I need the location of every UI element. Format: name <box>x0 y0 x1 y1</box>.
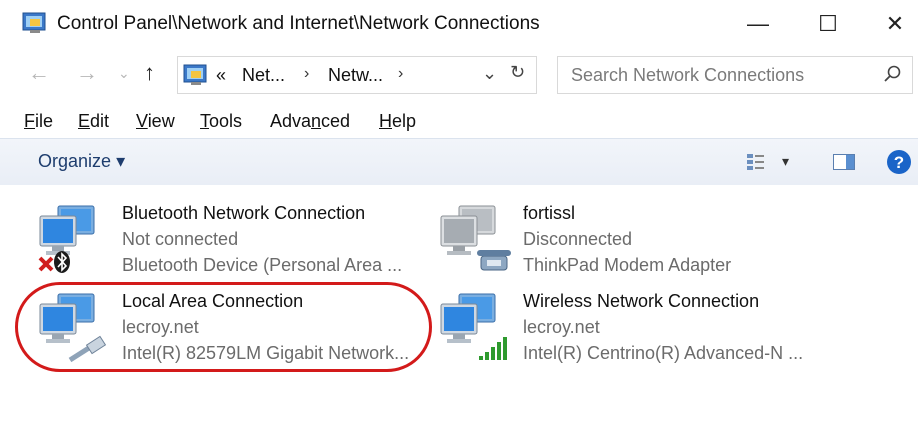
breadcrumb-network-connections[interactable]: Netw... <box>328 65 383 86</box>
command-toolbar: Organize ▾ ▾ ? <box>0 138 918 186</box>
address-dropdown-button[interactable]: ⌄ <box>482 63 497 84</box>
close-button[interactable]: ✕ <box>872 4 918 44</box>
window-title: Control Panel\Network and Internet\Netwo… <box>57 13 540 34</box>
network-connections-window: Control Panel\Network and Internet\Netwo… <box>0 0 918 425</box>
connection-name: fortissl <box>523 203 576 223</box>
menu-view[interactable]: View <box>136 111 175 132</box>
menu-advanced[interactable]: Advanced <box>270 111 350 132</box>
back-button[interactable]: ← <box>28 60 50 86</box>
error-x-icon <box>38 256 54 272</box>
highlight-annotation-ring <box>15 282 432 372</box>
refresh-button[interactable]: ↻ <box>510 62 525 83</box>
connection-device: Bluetooth Device (Personal Area ... <box>122 255 403 275</box>
organize-button[interactable]: Organize ▾ <box>38 151 125 172</box>
search-icon[interactable] <box>882 64 902 84</box>
breadcrumb-network-and-internet[interactable]: Net... <box>242 65 285 86</box>
breadcrumb-separator[interactable]: › <box>398 65 403 83</box>
menu-tools[interactable]: Tools <box>200 111 242 132</box>
maximize-button[interactable]: ☐ <box>805 4 851 44</box>
connections-list: Bluetooth Network Connection Not connect… <box>0 185 918 425</box>
connection-name: Wireless Network Connection <box>523 291 760 311</box>
connection-name: Bluetooth Network Connection <box>122 203 366 223</box>
up-button[interactable]: ↑ <box>144 60 155 86</box>
maximize-icon: ☐ <box>818 11 838 36</box>
modem-phone-icon <box>477 250 511 271</box>
menu-file[interactable]: File <box>24 111 53 132</box>
minimize-icon: — <box>747 11 769 36</box>
control-panel-icon <box>22 12 46 33</box>
svg-text:?: ? <box>894 153 904 172</box>
network-computers-icon <box>38 205 95 273</box>
connection-status: Disconnected <box>523 229 633 249</box>
close-icon: ✕ <box>885 11 905 36</box>
preview-pane-icon[interactable] <box>833 154 855 170</box>
help-icon[interactable]: ? <box>886 149 912 175</box>
connection-item-bluetooth[interactable]: Bluetooth Network Connection Not connect… <box>36 200 436 286</box>
menu-edit[interactable]: Edit <box>78 111 109 132</box>
view-options-dropdown[interactable]: ▾ <box>782 153 789 170</box>
connection-status: Not connected <box>122 229 239 249</box>
connection-device: Intel(R) Centrino(R) Advanced-N ... <box>523 343 804 363</box>
menu-help[interactable]: Help <box>379 111 416 132</box>
minimize-button[interactable]: — <box>735 4 781 44</box>
connection-status: lecroy.net <box>523 317 600 337</box>
recent-locations-button[interactable]: ⌄ <box>118 65 130 82</box>
title-bar: Control Panel\Network and Internet\Netwo… <box>0 0 918 48</box>
connection-device: ThinkPad Modem Adapter <box>523 255 732 275</box>
address-overflow-button[interactable]: « <box>216 65 226 86</box>
network-computers-icon <box>440 205 511 271</box>
search-input[interactable]: Search Network Connections <box>557 56 913 94</box>
address-bar[interactable]: « Net... › Netw... › ⌄ ↻ <box>177 56 537 94</box>
forward-button[interactable]: → <box>76 60 98 86</box>
change-view-icon[interactable] <box>746 152 766 172</box>
network-computers-icon <box>440 293 507 360</box>
control-panel-icon <box>183 64 207 85</box>
menu-bar: File Edit View Tools Advanced Help <box>0 106 918 136</box>
address-row: ← → ⌄ ↑ « Net... › Netw... › ⌄ ↻ Search … <box>0 54 918 98</box>
signal-bars-icon <box>479 337 507 360</box>
search-placeholder: Search Network Connections <box>571 65 805 85</box>
connection-item-wireless[interactable]: Wireless Network Connection lecroy.net I… <box>437 288 837 374</box>
breadcrumb-separator[interactable]: › <box>304 65 309 83</box>
chevron-down-icon: ▾ <box>116 151 126 171</box>
connection-item-fortissl[interactable]: fortissl Disconnected ThinkPad Modem Ada… <box>437 200 837 286</box>
bluetooth-icon <box>54 251 70 273</box>
